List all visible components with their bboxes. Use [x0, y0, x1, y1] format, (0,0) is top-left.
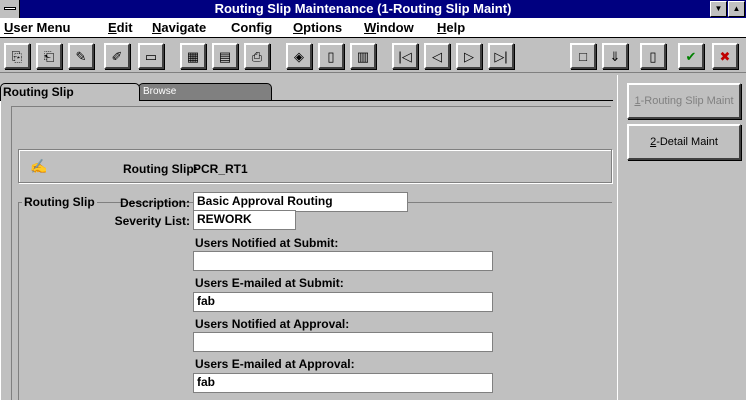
delete-icon: ▯: [649, 48, 657, 64]
users-emailed-approval-label: Users E-mailed at Approval:: [195, 357, 355, 371]
calculator-icon: ▦: [186, 48, 200, 64]
notebook-button[interactable]: ▯: [318, 43, 344, 69]
chart-icon: ▥: [356, 48, 370, 64]
routing-slip-header: [18, 149, 612, 183]
copy-icon: ⎘: [11, 48, 23, 64]
menu-options[interactable]: Options: [293, 20, 342, 36]
calendar-icon: ▤: [218, 48, 232, 64]
accept-button[interactable]: ✔: [678, 43, 704, 69]
network-icon: ◈: [294, 48, 304, 64]
next-record-button[interactable]: ▷: [456, 43, 482, 69]
menu-bar: User Menu Edit Navigate Config Options W…: [0, 18, 746, 38]
menu-help[interactable]: Help: [437, 20, 465, 36]
calculator-button[interactable]: ▦: [180, 43, 206, 69]
users-notified-submit-label: Users Notified at Submit:: [195, 236, 339, 250]
routing-slip-header-value: PCR_RT1: [193, 162, 248, 176]
print-button[interactable]: ⎙: [244, 43, 270, 69]
users-notified-approval-label: Users Notified at Approval:: [195, 317, 350, 331]
menu-user-menu[interactable]: User Menu: [4, 20, 70, 36]
cancel-icon: ✖: [719, 48, 731, 64]
window-title: Routing Slip Maintenance (1-Routing Slip…: [214, 1, 512, 16]
system-menu-icon: [4, 7, 16, 10]
paste-special-button[interactable]: ✎: [68, 43, 94, 69]
chart-button[interactable]: ▥: [350, 43, 376, 69]
severity-list-field[interactable]: REWORK: [193, 210, 296, 230]
toolbar: ⎘ ⎗ ✎ ✐ ▭ ▦ ▤ ⎙ ◈ ▯ ▥ |◁ ◁ ▷ ▷| □ ⇓ ▯ ✔ …: [0, 39, 746, 73]
new-record-button[interactable]: □: [570, 43, 596, 69]
title-bar: Routing Slip Maintenance (1-Routing Slip…: [0, 0, 746, 18]
paste-special-icon: ✎: [75, 48, 87, 64]
users-emailed-approval-field[interactable]: fab: [193, 373, 493, 393]
last-record-button[interactable]: ▷|: [488, 43, 514, 69]
side-button-panel: 1-Routing Slip Maint 2-Detail Maint: [617, 75, 746, 400]
copy-button[interactable]: ⎘: [4, 43, 30, 69]
routing-slip-maint-button[interactable]: 1-Routing Slip Maint: [627, 83, 741, 119]
system-menu-button[interactable]: [0, 0, 20, 18]
minimize-button[interactable]: ▼: [710, 1, 727, 17]
previous-record-button[interactable]: ◁: [424, 43, 450, 69]
folder-button[interactable]: ▭: [138, 43, 164, 69]
detail-maint-button[interactable]: 2-Detail Maint: [627, 124, 741, 160]
tab-routing-slip[interactable]: Routing Slip: [0, 83, 140, 101]
maximize-button[interactable]: ▲: [728, 1, 745, 17]
cancel-button[interactable]: ✖: [712, 43, 738, 69]
first-record-icon: |◁: [398, 48, 412, 64]
network-button[interactable]: ◈: [286, 43, 312, 69]
calendar-button[interactable]: ▤: [212, 43, 238, 69]
new-record-icon: □: [579, 48, 587, 64]
clear-icon: ⇓: [609, 48, 621, 64]
clear-button[interactable]: ⇓: [602, 43, 628, 69]
tab-browse[interactable]: Browse: [138, 83, 272, 101]
users-notified-submit-field[interactable]: [193, 251, 493, 271]
paste-icon: ⎗: [43, 48, 55, 64]
severity-list-label: Severity List:: [114, 214, 190, 228]
delete-button[interactable]: ▯: [640, 43, 666, 69]
users-emailed-submit-field[interactable]: fab: [193, 292, 493, 312]
paste-button[interactable]: ⎗: [36, 43, 62, 69]
routing-slip-header-label: Routing Slip:: [123, 162, 198, 176]
users-emailed-submit-label: Users E-mailed at Submit:: [195, 276, 344, 290]
routing-slip-icon: ✍: [30, 158, 48, 174]
description-field[interactable]: Basic Approval Routing: [193, 192, 408, 212]
menu-window[interactable]: Window: [364, 20, 414, 36]
notebook-icon: ▯: [327, 48, 335, 64]
next-record-icon: ▷: [464, 48, 474, 64]
description-label: Description:: [119, 196, 190, 210]
print-icon: ⎙: [251, 48, 263, 64]
edit-icon: ✐: [111, 48, 123, 64]
first-record-button[interactable]: |◁: [392, 43, 418, 69]
last-record-icon: ▷|: [494, 48, 508, 64]
menu-navigate[interactable]: Navigate: [152, 20, 206, 36]
accept-icon: ✔: [685, 48, 697, 64]
folder-icon: ▭: [144, 48, 158, 64]
menu-edit[interactable]: Edit: [108, 20, 133, 36]
previous-record-icon: ◁: [432, 48, 442, 64]
menu-config[interactable]: Config: [231, 20, 272, 36]
edit-button[interactable]: ✐: [104, 43, 130, 69]
users-notified-approval-field[interactable]: [193, 332, 493, 352]
